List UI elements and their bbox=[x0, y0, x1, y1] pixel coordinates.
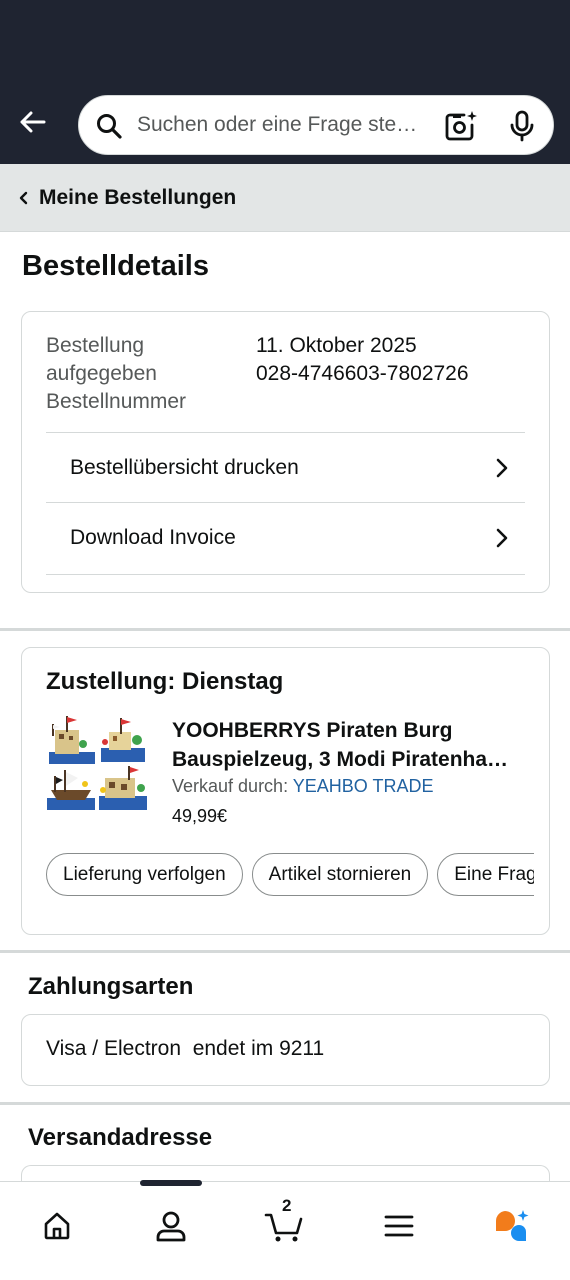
chevron-right-icon bbox=[496, 528, 508, 547]
cancel-item-button[interactable]: Artikel stornieren bbox=[251, 853, 429, 896]
chevron-left-icon bbox=[19, 191, 28, 204]
header bbox=[0, 92, 570, 164]
divider bbox=[46, 574, 525, 575]
chevron-right-icon bbox=[496, 458, 508, 477]
rufus-assistant-icon bbox=[495, 1210, 529, 1241]
payment-card-ending: endet im 9211 bbox=[192, 1037, 325, 1060]
breadcrumb[interactable]: Meine Bestellungen bbox=[0, 164, 570, 232]
seller-prefix: Verkauf durch: bbox=[172, 776, 289, 796]
status-bar bbox=[0, 0, 570, 92]
nav-rufus[interactable] bbox=[483, 1196, 543, 1256]
download-invoice-label: Download Invoice bbox=[70, 525, 236, 549]
order-info-card: Bestellung aufgegeben Bestellnummer 11. … bbox=[21, 311, 550, 593]
print-summary-link[interactable]: Bestellübersicht drucken bbox=[46, 432, 525, 502]
cart-count-badge: 2 bbox=[282, 1196, 292, 1215]
section-divider bbox=[0, 1102, 570, 1105]
product-title-line2: Bauspielzeug, 3 Modi Piratenha… bbox=[172, 748, 509, 771]
bottom-nav: 2 bbox=[0, 1180, 570, 1280]
seller-link[interactable]: YEAHBO TRADE bbox=[293, 776, 434, 796]
search-icon bbox=[97, 114, 122, 139]
product-image[interactable] bbox=[45, 714, 149, 818]
order-date: 11. Oktober 2025 bbox=[256, 334, 417, 357]
order-meta-values: 11. Oktober 2025 028-4746603-7802726 bbox=[256, 332, 469, 388]
section-divider bbox=[0, 950, 570, 953]
order-number-label: Bestellnummer bbox=[46, 390, 187, 413]
search-input[interactable] bbox=[137, 96, 437, 154]
product-price: 49,99€ bbox=[172, 806, 228, 826]
breadcrumb-label[interactable]: Meine Bestellungen bbox=[39, 186, 236, 210]
delivery-card: Zustellung: Dienstag YOOHBERRYS Piraten … bbox=[21, 647, 550, 935]
order-number: 028-4746603-7802726 bbox=[256, 362, 469, 385]
payment-method-name: Visa / Electron bbox=[46, 1037, 182, 1060]
track-delivery-button[interactable]: Lieferung verfolgen bbox=[46, 853, 243, 896]
payment-heading: Zahlungsarten bbox=[28, 973, 194, 1000]
account-icon bbox=[156, 1211, 186, 1242]
action-chips: Lieferung verfolgen Artikel stornieren Ein… bbox=[46, 853, 534, 899]
menu-icon bbox=[384, 1215, 414, 1237]
order-meta-labels: Bestellung aufgegeben Bestellnummer bbox=[46, 332, 236, 416]
print-summary-label: Bestellübersicht drucken bbox=[70, 455, 299, 479]
shipping-heading: Versandadresse bbox=[28, 1124, 213, 1151]
delivery-title: Zustellung: Dienstag bbox=[46, 668, 284, 695]
active-tab-indicator bbox=[140, 1180, 202, 1186]
microphone-icon[interactable] bbox=[507, 110, 537, 142]
payment-card: Visa / Electron endet im 9211 bbox=[21, 1014, 550, 1086]
nav-menu[interactable] bbox=[369, 1196, 429, 1256]
download-invoice-link[interactable]: Download Invoice bbox=[46, 502, 525, 572]
product-title-line1: YOOHBERRYS Piraten Burg bbox=[172, 719, 453, 742]
seller-info: Verkauf durch: YEAHBO TRADE bbox=[172, 776, 433, 797]
nav-account[interactable] bbox=[141, 1196, 201, 1256]
search-bar[interactable] bbox=[78, 95, 554, 155]
product-title[interactable]: YOOHBERRYS Piraten Burg Bauspielzeug, 3 … bbox=[172, 716, 532, 774]
payment-method: Visa / Electron endet im 9211 bbox=[46, 1037, 324, 1061]
back-arrow-icon[interactable] bbox=[14, 104, 50, 140]
home-icon bbox=[44, 1212, 70, 1240]
page-title: Bestelldetails bbox=[22, 250, 209, 282]
nav-home[interactable] bbox=[27, 1196, 87, 1256]
section-divider bbox=[0, 628, 570, 631]
ask-question-button[interactable]: Eine Frage bbox=[437, 853, 534, 896]
camera-search-icon[interactable] bbox=[444, 109, 478, 143]
order-placed-label: Bestellung aufgegeben bbox=[46, 334, 157, 385]
